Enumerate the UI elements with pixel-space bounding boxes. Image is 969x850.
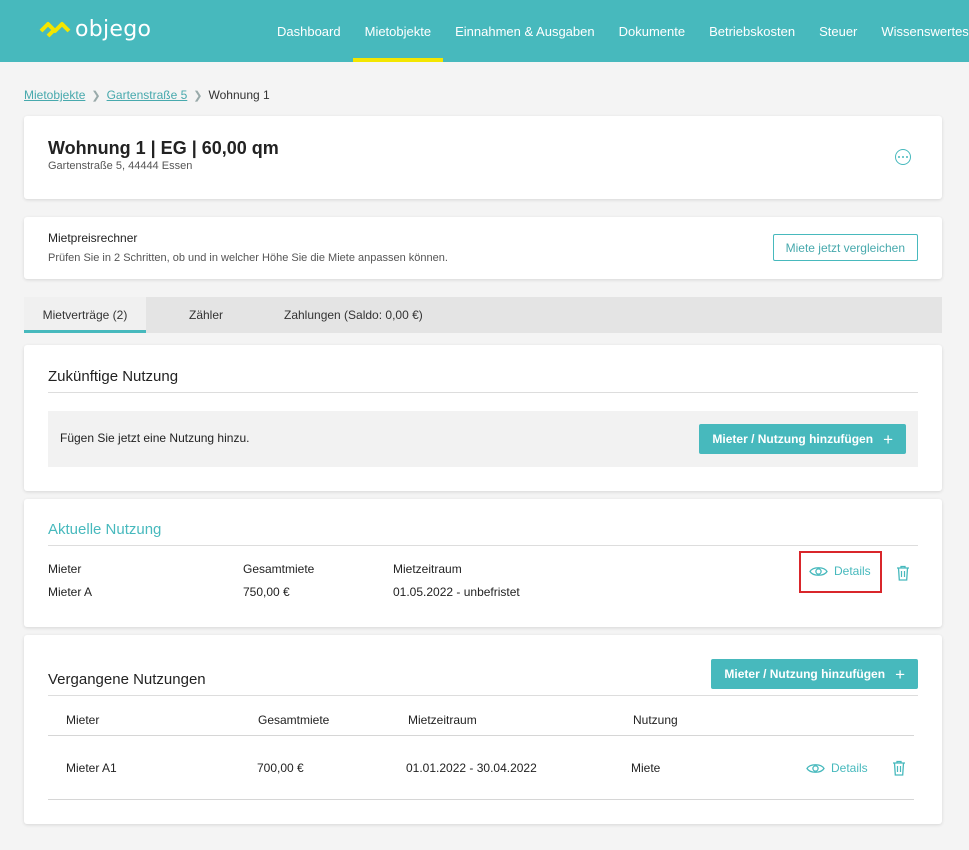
add-tenant-button-label: Mieter / Nutzung hinzufügen (712, 432, 874, 446)
column-header-rent: Gesamtmiete (258, 713, 330, 727)
past-usage-title: Vergangene Nutzungen (48, 671, 206, 688)
plus-icon: + (895, 664, 905, 684)
current-total-rent: 750,00 € (243, 585, 290, 599)
top-navigation-bar: objego Dashboard Mietobjekte Einnahmen &… (0, 0, 969, 62)
nav-item-steuer[interactable]: Steuer (807, 0, 869, 62)
column-header-rent: Gesamtmiete (243, 562, 315, 576)
nav-item-dashboard[interactable]: Dashboard (265, 0, 353, 62)
nav-item-dokumente[interactable]: Dokumente (607, 0, 697, 62)
column-header-tenant: Mieter (66, 713, 100, 727)
unit-address: Gartenstraße 5, 44444 Essen (48, 160, 193, 172)
tab-mietvertraege[interactable]: Mietverträge (2) (24, 297, 146, 333)
add-past-tenant-button-label: Mieter / Nutzung hinzufügen (724, 667, 886, 681)
current-usage-section: Aktuelle Nutzung Mieter Gesamtmiete Miet… (24, 499, 942, 627)
tab-zaehler[interactable]: Zähler (146, 297, 266, 333)
divider (48, 545, 918, 546)
column-header-period: Mietzeitraum (408, 713, 477, 727)
main-nav: Dashboard Mietobjekte Einnahmen & Ausgab… (265, 0, 969, 62)
add-past-tenant-button[interactable]: Mieter / Nutzung hinzufügen + (711, 659, 918, 689)
past-rental-period: 01.01.2022 - 30.04.2022 (406, 761, 537, 775)
past-details-button[interactable]: Details (806, 761, 868, 775)
breadcrumb-mietobjekte[interactable]: Mietobjekte (24, 88, 85, 102)
past-usage-section: Vergangene Nutzungen Mieter / Nutzung hi… (24, 635, 942, 824)
nav-item-wissenswertes[interactable]: Wissenswertes (869, 0, 969, 62)
past-usage-type: Miete (631, 761, 661, 775)
breadcrumb: Mietobjekte ❯ Gartenstraße 5 ❯ Wohnung 1 (24, 88, 270, 102)
divider (48, 392, 918, 393)
column-header-period: Mietzeitraum (393, 562, 462, 576)
details-label: Details (831, 761, 868, 775)
nav-item-betriebskosten[interactable]: Betriebskosten (697, 0, 807, 62)
breadcrumb-gartenstrasse[interactable]: Gartenstraße 5 (107, 88, 188, 102)
eye-icon (806, 763, 825, 773)
divider (48, 695, 918, 696)
objego-logo-icon (39, 21, 71, 37)
current-rental-period: 01.05.2022 - unbefristet (393, 585, 520, 599)
past-total-rent: 700,00 € (257, 761, 304, 775)
current-tenant-name: Mieter A (48, 585, 93, 599)
tab-zahlungen[interactable]: Zahlungen (Saldo: 0,00 €) (266, 297, 423, 333)
trash-icon[interactable] (892, 760, 906, 776)
chevron-right-icon: ❯ (91, 89, 101, 102)
page-title: Wohnung 1 | EG | 60,00 qm (48, 138, 279, 158)
table-row-divider (48, 799, 914, 800)
add-tenant-button[interactable]: Mieter / Nutzung hinzufügen + (699, 424, 906, 454)
rent-calculator-description: Prüfen Sie in 2 Schritten, ob und in wel… (48, 252, 448, 264)
nav-item-mietobjekte[interactable]: Mietobjekte (352, 0, 444, 62)
current-usage-title: Aktuelle Nutzung (48, 521, 162, 538)
rent-calculator-card: Mietpreisrechner Prüfen Sie in 2 Schritt… (24, 217, 942, 279)
breadcrumb-current: Wohnung 1 (208, 88, 270, 102)
more-options-icon[interactable] (895, 149, 911, 165)
plus-icon: + (883, 429, 893, 449)
rent-calculator-title: Mietpreisrechner (48, 231, 138, 245)
column-header-usage: Nutzung (633, 713, 678, 727)
future-usage-section: Zukünftige Nutzung Fügen Sie jetzt eine … (24, 345, 942, 491)
future-usage-title: Zukünftige Nutzung (48, 368, 179, 385)
logo[interactable]: objego (39, 17, 151, 42)
empty-usage-box: Fügen Sie jetzt eine Nutzung hinzu. Miet… (48, 411, 918, 467)
logo-text: objego (75, 17, 152, 42)
table-header-divider (48, 735, 914, 736)
trash-icon[interactable] (896, 565, 910, 581)
chevron-right-icon: ❯ (193, 89, 203, 102)
tab-bar: Mietverträge (2) Zähler Zahlungen (Saldo… (24, 297, 942, 333)
nav-item-einnahmen-ausgaben[interactable]: Einnahmen & Ausgaben (443, 0, 607, 62)
highlight-box (799, 551, 882, 593)
compare-rent-button[interactable]: Miete jetzt vergleichen (772, 234, 918, 261)
past-tenant-name: Mieter A1 (66, 761, 117, 775)
unit-header-card: Wohnung 1 | EG | 60,00 qm Gartenstraße 5… (24, 116, 942, 199)
column-header-tenant: Mieter (48, 562, 82, 576)
empty-usage-message: Fügen Sie jetzt eine Nutzung hinzu. (60, 431, 250, 445)
